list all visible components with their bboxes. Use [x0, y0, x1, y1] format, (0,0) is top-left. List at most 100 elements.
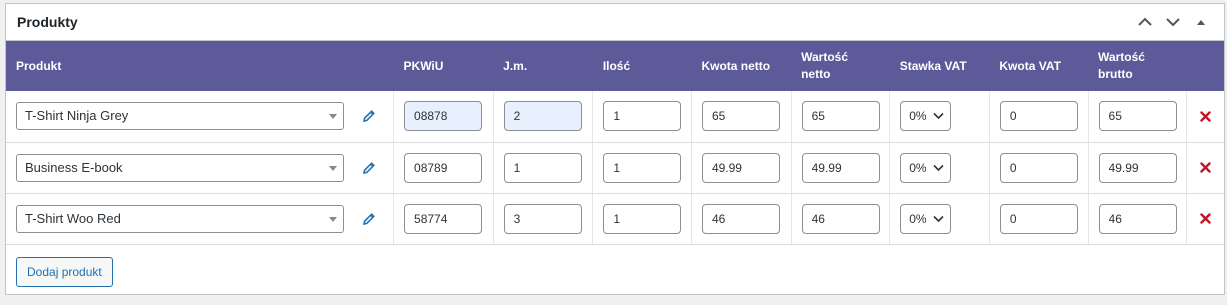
product-wrap: T-Shirt Ninja Grey	[16, 102, 383, 131]
products-panel: Produkty Produkt PKWiU J.m. Ilość Kwota …	[5, 3, 1225, 295]
jm-input[interactable]	[503, 152, 582, 183]
move-down-button[interactable]	[1160, 9, 1186, 35]
kwota-netto-cell	[691, 91, 792, 143]
pencil-icon[interactable]	[359, 106, 379, 126]
wartosc-brutto-cell	[1088, 91, 1188, 143]
wartosc-brutto-input[interactable]	[1098, 152, 1177, 183]
kwota-vat-input[interactable]	[999, 101, 1078, 132]
wartosc-netto-input[interactable]	[801, 101, 880, 132]
toggle-panel-button[interactable]	[1188, 9, 1214, 35]
stawka-vat-cell: 0%	[889, 193, 990, 245]
chevron-down-icon	[1166, 18, 1180, 27]
kwota-netto-cell	[691, 142, 792, 194]
ilosc-input[interactable]	[603, 152, 682, 183]
vat-rate-select[interactable]: 0%	[900, 101, 952, 132]
product-cell: T-Shirt Woo Red	[6, 193, 395, 245]
product-select[interactable]: T-Shirt Woo Red	[16, 204, 344, 233]
panel-header: Produkty	[6, 4, 1224, 41]
chevron-up-icon	[1138, 17, 1152, 26]
dropdown-caret-icon	[329, 216, 337, 222]
wartosc-brutto-cell	[1088, 193, 1188, 245]
product-select-value: T-Shirt Ninja Grey	[25, 108, 129, 124]
product-cell: Business E-book	[6, 142, 395, 194]
table-row: Business E-book 0%	[6, 142, 1224, 194]
chevron-down-icon	[933, 164, 944, 171]
kwota-netto-cell	[691, 193, 792, 245]
table-header-row: Produkt PKWiU J.m. Ilość Kwota netto War…	[6, 41, 1224, 91]
ilosc-input[interactable]	[603, 101, 682, 132]
product-cell: T-Shirt Ninja Grey	[6, 91, 395, 143]
chevron-down-icon	[933, 215, 944, 222]
pkwiu-cell	[393, 142, 494, 194]
wartosc-netto-input[interactable]	[801, 152, 880, 183]
col-kwota-vat: Kwota VAT	[999, 58, 1061, 73]
kwota-netto-input[interactable]	[701, 101, 780, 132]
jm-cell	[493, 142, 594, 194]
product-select[interactable]: Business E-book	[16, 153, 344, 182]
col-wartosc-brutto: Wartość brutto	[1098, 50, 1145, 81]
col-produkt: Produkt	[16, 58, 62, 73]
wartosc-brutto-cell	[1088, 142, 1188, 194]
col-pkwiu: PKWiU	[403, 58, 444, 73]
pkwiu-input[interactable]	[404, 101, 483, 132]
jm-input[interactable]	[503, 203, 582, 234]
vat-rate-value: 0%	[909, 109, 927, 124]
panel-controls	[1132, 9, 1214, 35]
product-select-value: Business E-book	[25, 159, 123, 175]
vat-rate-value: 0%	[909, 211, 927, 226]
close-x-icon[interactable]	[1197, 213, 1214, 224]
vat-rate-value: 0%	[909, 160, 927, 175]
col-jm: J.m.	[503, 58, 528, 73]
dropdown-caret-icon	[329, 165, 337, 171]
wartosc-netto-cell	[791, 91, 891, 143]
product-wrap: T-Shirt Woo Red	[16, 204, 383, 233]
kwota-vat-cell	[989, 142, 1089, 194]
wartosc-brutto-input[interactable]	[1098, 203, 1177, 234]
vat-rate-select[interactable]: 0%	[900, 152, 952, 183]
product-wrap: Business E-book	[16, 153, 383, 182]
wartosc-netto-cell	[791, 193, 891, 245]
close-x-icon[interactable]	[1197, 111, 1214, 122]
add-product-button[interactable]: Dodaj produkt	[16, 256, 113, 287]
pkwiu-input[interactable]	[404, 152, 483, 183]
kwota-vat-input[interactable]	[999, 203, 1078, 234]
jm-cell	[493, 91, 594, 143]
pencil-icon[interactable]	[359, 209, 379, 229]
ilosc-cell	[592, 193, 692, 245]
kwota-vat-input[interactable]	[999, 152, 1078, 183]
pencil-icon[interactable]	[359, 158, 379, 178]
pkwiu-cell	[393, 193, 494, 245]
product-select-value: T-Shirt Woo Red	[25, 210, 121, 226]
actions-cell	[1186, 193, 1224, 245]
ilosc-input[interactable]	[603, 203, 682, 234]
ilosc-cell	[592, 91, 692, 143]
dropdown-caret-icon	[329, 114, 337, 120]
stawka-vat-cell: 0%	[889, 91, 990, 143]
kwota-netto-input[interactable]	[701, 203, 780, 234]
wartosc-netto-input[interactable]	[801, 203, 880, 234]
wartosc-netto-cell	[791, 142, 891, 194]
col-actions	[1187, 41, 1224, 91]
products-table: Produkt PKWiU J.m. Ilość Kwota netto War…	[6, 41, 1224, 245]
jm-input[interactable]	[503, 101, 582, 132]
col-kwota-netto: Kwota netto	[701, 58, 771, 73]
pkwiu-cell	[393, 91, 494, 143]
kwota-vat-cell	[989, 193, 1089, 245]
chevron-down-icon	[933, 113, 944, 120]
product-select[interactable]: T-Shirt Ninja Grey	[16, 102, 344, 131]
jm-cell	[493, 193, 594, 245]
triangle-up-icon	[1197, 20, 1205, 25]
close-x-icon[interactable]	[1197, 162, 1214, 173]
table-row: T-Shirt Woo Red 0%	[6, 193, 1224, 245]
kwota-netto-input[interactable]	[701, 152, 780, 183]
col-ilosc: Ilość	[602, 58, 631, 73]
vat-rate-select[interactable]: 0%	[900, 203, 952, 234]
ilosc-cell	[592, 142, 692, 194]
move-up-button[interactable]	[1132, 9, 1158, 35]
wartosc-brutto-input[interactable]	[1098, 101, 1177, 132]
actions-cell	[1186, 142, 1224, 194]
pkwiu-input[interactable]	[404, 203, 483, 234]
col-wartosc-netto: Wartość netto	[801, 50, 848, 81]
col-stawka-vat: Stawka VAT	[899, 58, 967, 73]
panel-footer: Dodaj produkt	[6, 245, 1224, 299]
